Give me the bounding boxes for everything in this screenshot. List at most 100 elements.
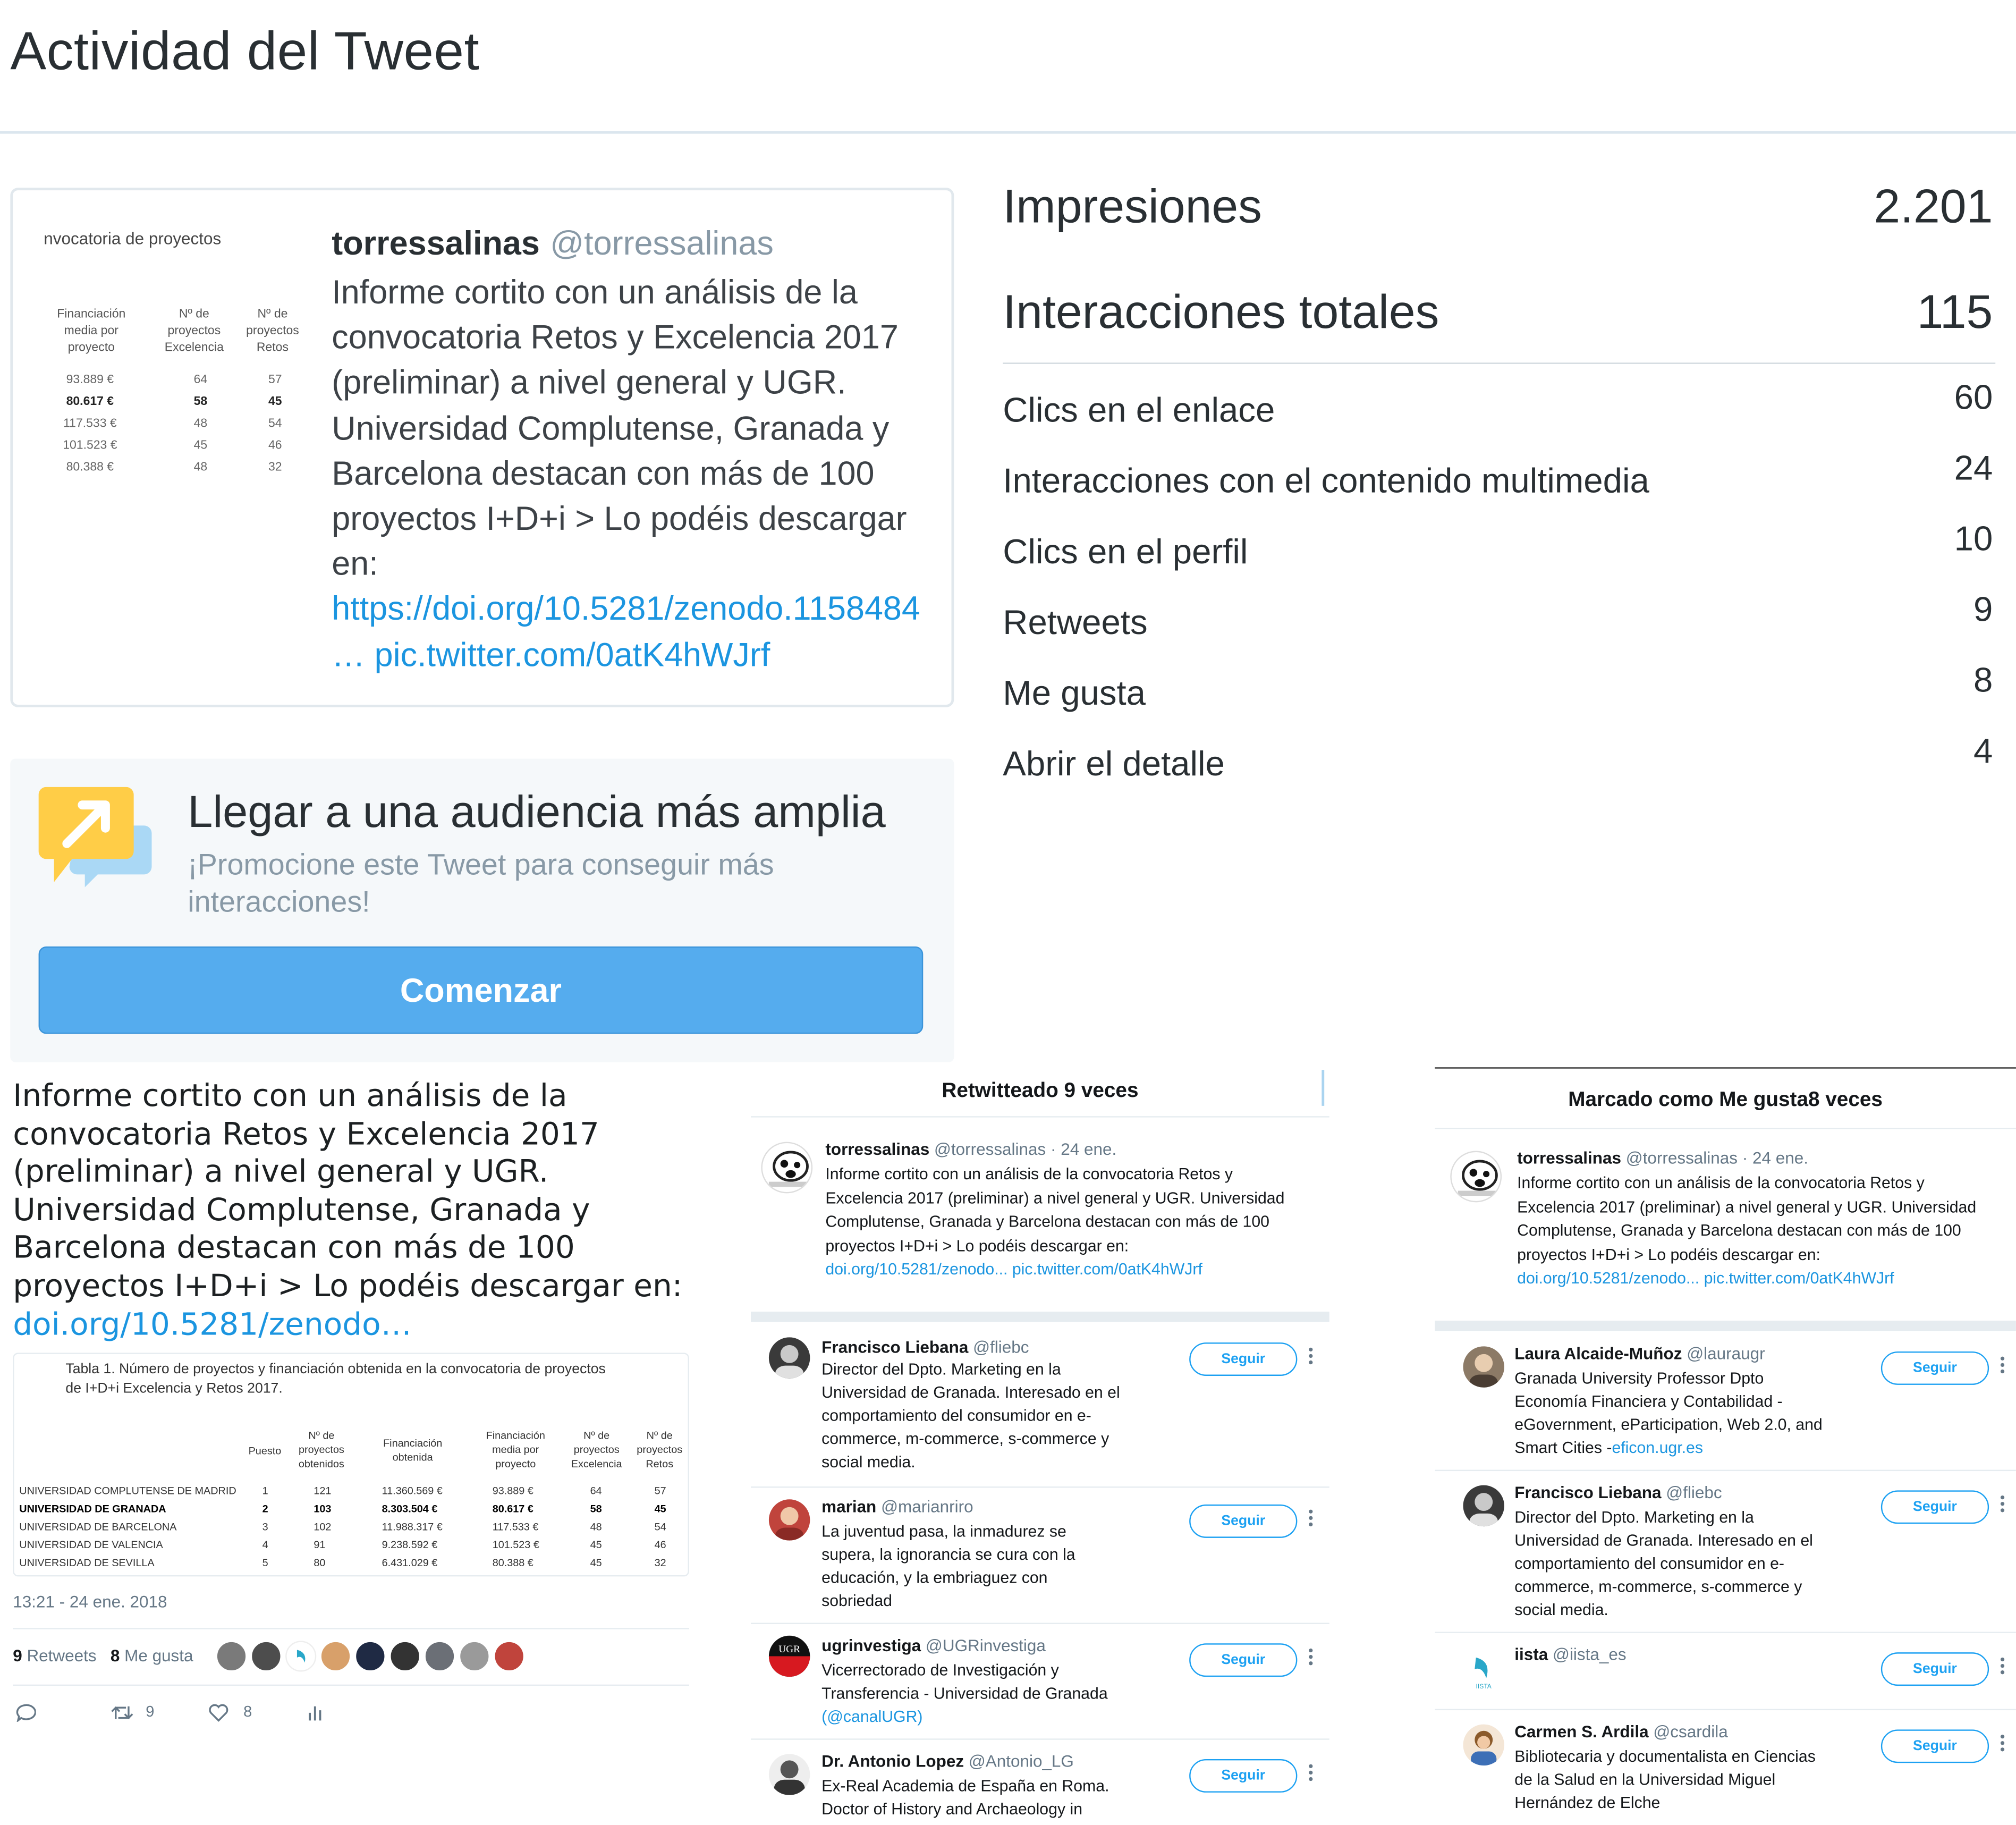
avatar[interactable]	[768, 1754, 810, 1795]
more-icon[interactable]	[1998, 1657, 2008, 1678]
follow-button[interactable]: Seguir	[1189, 1504, 1298, 1538]
table-cell: UNIVERSIDAD DE BARCELONA	[19, 1521, 177, 1533]
tweet-author[interactable]: torressalinas @torressalinas · 24 ene.	[1517, 1148, 1808, 1168]
table-cell: 54	[654, 1521, 666, 1533]
scrollbar[interactable]	[1322, 1070, 1325, 1106]
tweet-author[interactable]: torressalinas @torressalinas	[332, 224, 774, 264]
avatar[interactable]	[1463, 1485, 1504, 1527]
embedded-table-image[interactable]: Tabla 1. Número de proyectos y financiac…	[13, 1353, 689, 1577]
avatar[interactable]	[761, 1142, 813, 1194]
table-cell: 46	[654, 1539, 666, 1551]
divider	[751, 1116, 1329, 1118]
table-cell: 102	[314, 1521, 332, 1533]
like-count: 8	[110, 1646, 120, 1666]
more-icon[interactable]	[1998, 1495, 2008, 1516]
modal-title: Retwitteado 9 veces	[942, 1080, 1139, 1102]
follow-button[interactable]: Seguir	[1881, 1729, 1989, 1763]
bio-link[interactable]: eficon.ugr.es	[1612, 1439, 1703, 1457]
follow-button[interactable]: Seguir	[1881, 1490, 1989, 1524]
user-handle: @marianriro	[881, 1497, 973, 1516]
user-name[interactable]: ugrinvestiga @UGRinvestiga	[821, 1636, 1046, 1655]
reply-button[interactable]	[15, 1703, 37, 1723]
embedded-tweet-text: Informe cortito con un análisis de la co…	[13, 1078, 707, 1344]
like-button[interactable]: 8	[208, 1703, 252, 1722]
table-cell: 9.238.592 €	[382, 1539, 438, 1551]
user-name[interactable]: Francisco Liebana @fliebc	[821, 1337, 1029, 1356]
user-name[interactable]: Francisco Liebana @fliebc	[1514, 1483, 1722, 1502]
user-name[interactable]: iista @iista_es	[1514, 1645, 1626, 1664]
svg-text:IISTA: IISTA	[1476, 1683, 1492, 1690]
avatar[interactable]	[424, 1641, 455, 1672]
table-cell: 57	[654, 1485, 666, 1497]
thumbnail-header: Nº de proyectos Retos	[246, 307, 299, 355]
likes-value: 8	[1973, 661, 1993, 700]
avatar[interactable]	[389, 1641, 421, 1672]
follow-button[interactable]: Seguir	[1189, 1759, 1298, 1793]
user-name[interactable]: marian @marianriro	[821, 1497, 973, 1516]
tweet-card[interactable]: nvocatoria de proyectos Financiación med…	[10, 188, 954, 707]
bio-link[interactable]: (@canalUGR)	[821, 1708, 922, 1726]
follow-button[interactable]: Seguir	[1189, 1342, 1298, 1376]
retweet-button[interactable]: 9	[111, 1703, 154, 1722]
more-icon[interactable]	[1306, 1648, 1316, 1669]
tweet-timestamp[interactable]: 13:21 - 24 ene. 2018	[13, 1592, 167, 1611]
follow-button[interactable]: Seguir	[1881, 1652, 1989, 1686]
tweet-link[interactable]: https://doi.org/10.5281/zenodo.1158484 ……	[332, 589, 920, 673]
avatar[interactable]	[494, 1641, 525, 1672]
table-header: Nº de proyectos Retos	[637, 1430, 683, 1470]
more-icon[interactable]	[1998, 1356, 2008, 1378]
user-handle: @csardila	[1653, 1721, 1728, 1742]
table-cell: 5	[262, 1557, 268, 1569]
tweet-thumbnail[interactable]: nvocatoria de proyectos Financiación med…	[36, 218, 306, 488]
divider	[751, 1738, 1329, 1740]
avatar[interactable]	[250, 1641, 282, 1672]
user-handle: @fliebc	[1666, 1482, 1722, 1502]
user-name[interactable]: Laura Alcaide-Muñoz @lauraugr	[1514, 1344, 1765, 1363]
embedded-tweet-link[interactable]: doi.org/10.5281/zenodo…	[13, 1306, 411, 1342]
analytics-button[interactable]	[306, 1703, 324, 1722]
promote-card: Llegar a una audiencia más amplia ¡Promo…	[10, 758, 954, 1062]
table-cell: 3	[262, 1521, 268, 1533]
more-icon[interactable]	[1998, 1735, 2008, 1755]
table-header: Nº de proyectos obtenidos	[298, 1430, 344, 1470]
user-bio: Ex-Real Academia de España en Roma. Doct…	[821, 1777, 1109, 1819]
avatar[interactable]	[285, 1641, 317, 1672]
tweet-author[interactable]: torressalinas @torressalinas · 24 ene.	[825, 1139, 1116, 1159]
like-count-label: Me gusta	[124, 1646, 193, 1666]
table-cell: 103	[314, 1503, 332, 1515]
follow-button[interactable]: Seguir	[1189, 1643, 1298, 1677]
avatar[interactable]	[216, 1641, 247, 1672]
user-name[interactable]: Carmen S. Ardila @csardila	[1514, 1722, 1727, 1741]
more-icon[interactable]	[1306, 1347, 1316, 1368]
table-cell: 91	[314, 1539, 326, 1551]
avatar[interactable]	[768, 1499, 810, 1541]
table-cell: UNIVERSIDAD DE GRANADA	[19, 1503, 166, 1515]
user-display-name: Francisco Liebana	[821, 1337, 969, 1357]
divider	[1435, 1469, 2016, 1472]
avatar[interactable]: UGR	[768, 1635, 810, 1677]
tweet-link[interactable]: doi.org/10.5281/zenodo... pic.twitter.co…	[1517, 1270, 1894, 1288]
thumbnail-cell: 80.617 €	[66, 394, 114, 409]
avatar[interactable]	[1463, 1724, 1504, 1766]
more-icon[interactable]	[1306, 1764, 1316, 1785]
tweet-stats[interactable]: 9 Retweets 8 Me gusta	[13, 1646, 193, 1665]
avatar[interactable]	[1463, 1346, 1504, 1388]
user-name[interactable]: Dr. Antonio Lopez @Antonio_LG	[821, 1751, 1074, 1770]
table-cell: UNIVERSIDAD DE VALENCIA	[19, 1539, 163, 1551]
table-cell: 32	[654, 1557, 666, 1569]
tweet-date: · 24 ene.	[1051, 1139, 1117, 1159]
user-handle: @Antonio_LG	[968, 1751, 1074, 1771]
tweet-body: Informe cortito con un análisis de la co…	[825, 1165, 1285, 1255]
avatar[interactable]	[1450, 1151, 1502, 1203]
start-button[interactable]: Comenzar	[38, 946, 924, 1034]
follow-button[interactable]: Seguir	[1881, 1351, 1989, 1385]
avatar[interactable]	[459, 1641, 490, 1672]
more-icon[interactable]	[1306, 1509, 1316, 1531]
avatar[interactable]: IISTA	[1463, 1650, 1504, 1691]
tweet-link[interactable]: doi.org/10.5281/zenodo... pic.twitter.co…	[825, 1261, 1202, 1279]
likes-label: Me gusta	[1003, 673, 1146, 713]
avatar[interactable]	[354, 1641, 386, 1672]
avatar[interactable]	[768, 1337, 810, 1379]
avatar[interactable]	[320, 1641, 351, 1672]
divider	[1435, 1709, 2016, 1711]
